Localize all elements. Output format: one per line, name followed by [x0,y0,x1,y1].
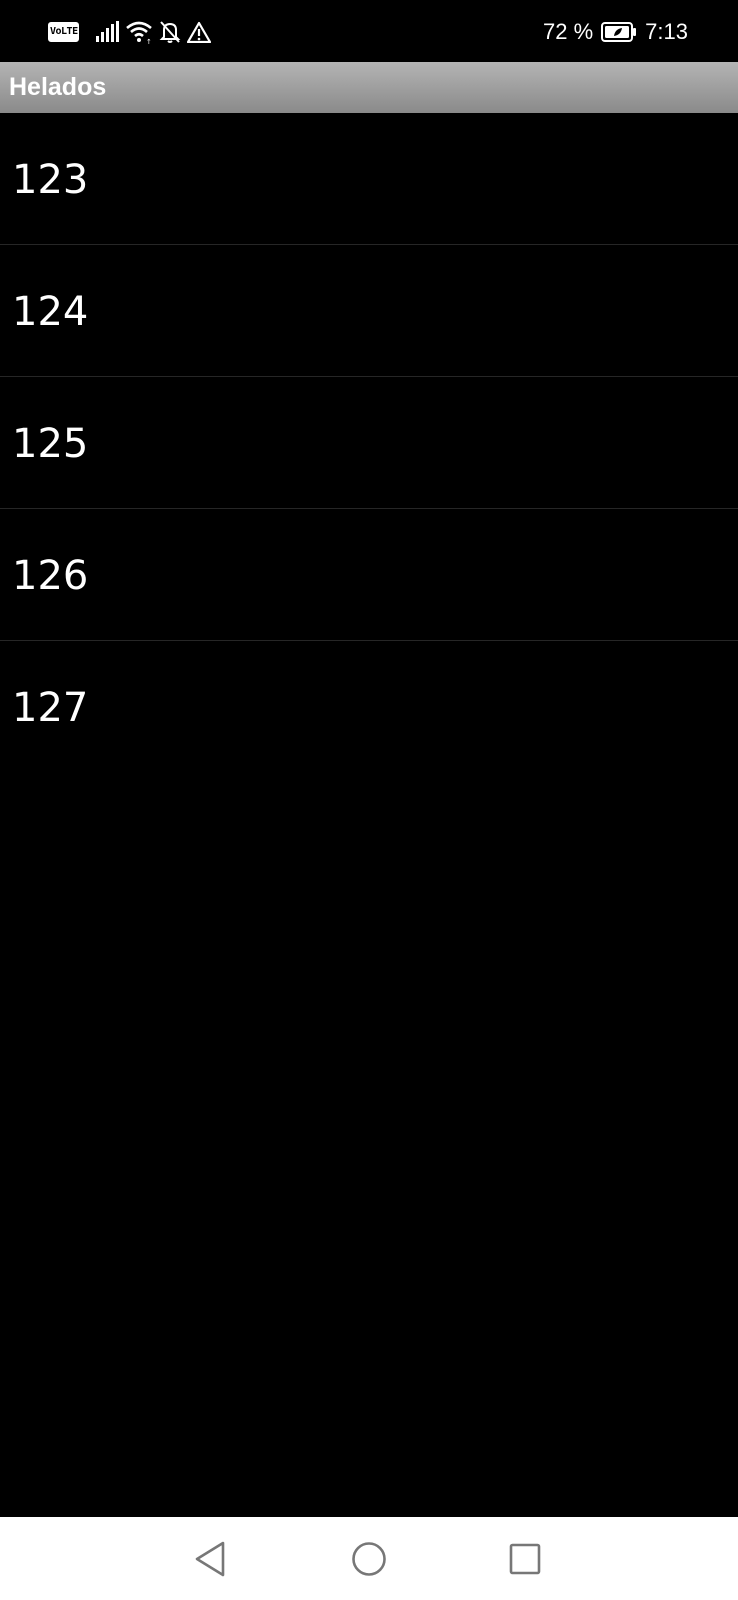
recents-button[interactable] [503,1537,547,1581]
clock: 7:13 [645,19,688,44]
signal-icon [96,21,119,42]
volte-icon: VoLTE [48,22,79,42]
back-icon [195,1541,225,1577]
list-item[interactable]: 123 [0,113,738,245]
list-item-label: 124 [12,289,89,335]
status-icons-left: VoLTE ↑↓ [48,19,217,45]
status-bar: VoLTE ↑↓ [0,0,738,62]
list-item-label: 125 [12,421,89,467]
navigation-bar [0,1517,738,1600]
status-icons-right: 72 % 7:13 [543,19,688,45]
bell-off-icon [159,21,181,43]
list-item[interactable]: 126 [0,509,738,641]
home-button[interactable] [347,1537,391,1581]
battery-percent: 72 % [543,19,594,44]
wifi-icon: ↑↓ [126,21,153,44]
warning-icon [187,21,211,43]
item-list[interactable]: 123 124 125 126 127 [0,113,738,773]
recents-icon [509,1543,541,1575]
list-item[interactable]: 127 [0,641,738,773]
list-item-label: 123 [12,157,89,203]
svg-text:↑↓: ↑↓ [146,38,153,44]
battery-icon [601,22,637,42]
home-icon [352,1542,386,1576]
list-item[interactable]: 124 [0,245,738,377]
screen: VoLTE ↑↓ [0,0,738,1600]
list-item-label: 126 [12,553,89,599]
action-bar: Helados [0,62,738,113]
list-item[interactable]: 125 [0,377,738,509]
list-item-label: 127 [12,685,89,731]
back-button[interactable] [188,1537,232,1581]
app-title: Helados [9,73,107,101]
